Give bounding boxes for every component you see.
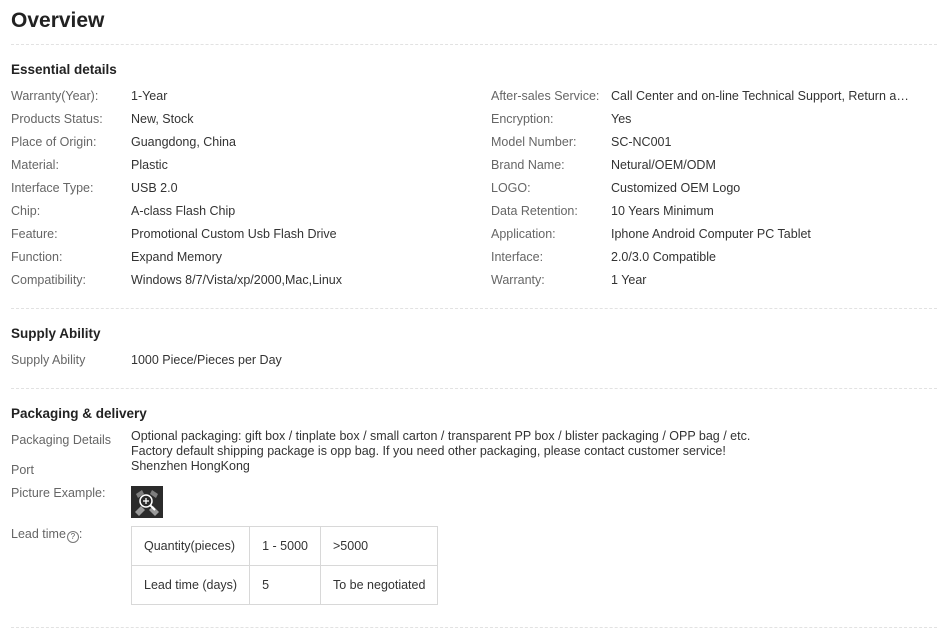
- detail-value: Yes: [611, 112, 632, 126]
- divider: [11, 388, 937, 389]
- detail-value: Promotional Custom Usb Flash Drive: [131, 227, 337, 241]
- detail-label: Material:: [11, 158, 59, 172]
- detail-value: Call Center and on-line Technical Suppor…: [611, 89, 911, 103]
- detail-value: SC-NC001: [611, 135, 672, 149]
- table-row: Quantity(pieces) 1 - 5000 >5000: [130, 526, 439, 566]
- section-title-essential: Essential details: [11, 62, 117, 77]
- table-cell: >5000: [319, 526, 439, 566]
- packaging-details-line-2: Factory default shipping package is opp …: [131, 444, 726, 458]
- detail-value: Guangdong, China: [131, 135, 236, 149]
- detail-label: Brand Name:: [491, 158, 565, 172]
- detail-label: LOGO:: [491, 181, 531, 195]
- detail-value: 10 Years Minimum: [611, 204, 714, 218]
- detail-value: Netural/OEM/ODM: [611, 158, 716, 172]
- detail-label: Application:: [491, 227, 556, 241]
- packaging-details-line-1: Optional packaging: gift box / tinplate …: [131, 429, 751, 443]
- detail-label: Supply Ability: [11, 353, 86, 367]
- detail-label: Chip:: [11, 204, 41, 218]
- table-cell: Lead time (days): [130, 565, 251, 605]
- picture-example-thumbnail[interactable]: [131, 486, 163, 518]
- detail-label: Compatibility:: [11, 273, 87, 287]
- detail-value: Windows 8/7/Vista/xp/2000,Mac,Linux: [131, 273, 342, 287]
- section-title-supply: Supply Ability: [11, 326, 101, 341]
- detail-value: New, Stock: [131, 112, 194, 126]
- detail-label: Feature:: [11, 227, 58, 241]
- detail-label: Data Retention:: [491, 204, 578, 218]
- detail-label: Warranty(Year):: [11, 89, 99, 103]
- help-icon[interactable]: ?: [66, 531, 79, 543]
- detail-label: Place of Origin:: [11, 135, 97, 149]
- detail-label: Packaging Details: [11, 433, 112, 447]
- detail-value: 1 Year: [611, 273, 647, 287]
- detail-label: Picture Example:: [11, 486, 106, 500]
- usb-drive-image: [131, 486, 163, 518]
- table-cell: 5: [249, 565, 321, 605]
- detail-label: After-sales Service:: [491, 89, 600, 103]
- detail-value: 1000 Piece/Pieces per Day: [131, 353, 282, 367]
- lead-time-table: Quantity(pieces) 1 - 5000 >5000 Lead tim…: [130, 526, 439, 605]
- divider: [11, 308, 937, 309]
- detail-value: Customized OEM Logo: [611, 181, 741, 195]
- detail-label: Lead time?:: [11, 527, 83, 543]
- detail-value: 2.0/3.0 Compatible: [611, 250, 716, 264]
- detail-value: Iphone Android Computer PC Tablet: [611, 227, 811, 241]
- detail-value: 1-Year: [131, 89, 168, 103]
- detail-value: A-class Flash Chip: [131, 204, 236, 218]
- page-title: Overview: [11, 9, 105, 32]
- table-cell: 1 - 5000: [249, 526, 321, 566]
- divider: [11, 44, 937, 45]
- detail-label: Model Number:: [491, 135, 577, 149]
- divider: [11, 627, 937, 628]
- section-title-packaging: Packaging & delivery: [11, 406, 147, 421]
- detail-value: Plastic: [131, 158, 168, 172]
- detail-value: Expand Memory: [131, 250, 223, 264]
- detail-value: USB 2.0: [131, 181, 178, 195]
- detail-label: Interface Type:: [11, 181, 94, 195]
- table-row: Lead time (days) 5 To be negotiated: [130, 565, 439, 605]
- detail-label: Encryption:: [491, 112, 554, 126]
- table-cell: To be negotiated: [319, 565, 439, 605]
- port-value: Shenzhen HongKong: [131, 459, 250, 473]
- detail-label: Warranty:: [491, 273, 545, 287]
- detail-label: Interface:: [491, 250, 544, 264]
- detail-label: Port: [11, 463, 34, 477]
- table-cell: Quantity(pieces): [130, 526, 251, 566]
- product-overview: Overview Essential details Warranty(Year…: [0, 0, 942, 631]
- detail-label: Products Status:: [11, 112, 103, 126]
- detail-label: Function:: [11, 250, 63, 264]
